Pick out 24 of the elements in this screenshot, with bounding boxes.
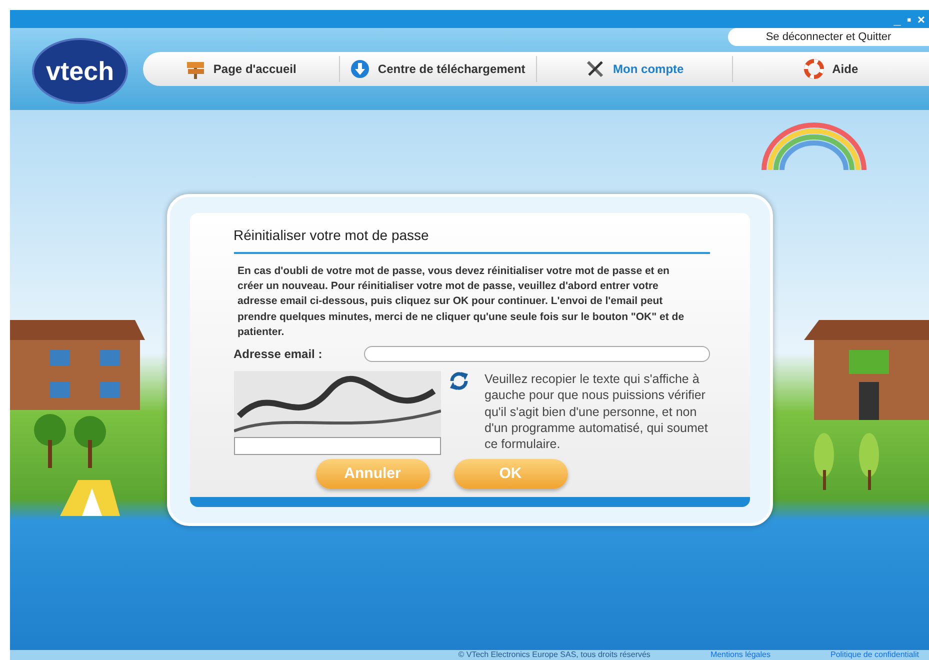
vtech-logo: vtech [32, 38, 128, 104]
refresh-icon[interactable] [448, 371, 468, 392]
nav-tab[interactable]: Mon compte [536, 56, 734, 82]
instructions-text: En cas d'oubli de votre mot de passe, vous devez réinitialiser votre mot de passe et en créer un nouveau. Pour réinitialiser votre mot de passe, veuillez d'abord entrer votre adresse email ci-dessous, puis cliquez sur OK pour continuer. L'envoi de l'email peut prendre quelques minutes, merci de ne cliquer qu'une seule fois sur le bouton "OK" et de patienter. [238, 264, 686, 340]
logout-link[interactable]: Se déconnecter et Quitter [728, 28, 929, 46]
tools-icon [585, 59, 606, 79]
copyright-text: © VTech Electronics Europe SAS, tous droits réservés [458, 650, 650, 660]
dialog-title: Réinitialiser votre mot de passe [234, 224, 710, 254]
download-icon [350, 59, 370, 79]
captcha-instructions: Veuillez recopier le texte qui s'affiche à gauche pour que nous puissions vérifier qu'il s'agit bien d'une personne, et non d'un programme automatisé, qui soumet ce formulaire. [484, 371, 709, 454]
tent-drawing [60, 480, 120, 516]
footer-link[interactable]: Mentions légales [710, 650, 770, 660]
maximize-button[interactable]: ▪ [906, 12, 912, 26]
minimize-button[interactable]: _ [894, 12, 901, 26]
nav-tab[interactable]: Centre de téléchargement [340, 56, 536, 82]
lifebuoy-icon [804, 59, 824, 79]
nav-tab[interactable]: Aide [733, 56, 929, 82]
signpost-icon [185, 59, 206, 79]
captcha-field[interactable] [234, 437, 440, 456]
nav-tab[interactable]: Page d'accueil [143, 56, 340, 82]
close-button[interactable]: × [917, 12, 925, 26]
email-field[interactable] [364, 346, 710, 362]
email-label: Adresse email : [234, 346, 324, 364]
footer-link[interactable]: Politique de confidentialit [830, 650, 919, 660]
